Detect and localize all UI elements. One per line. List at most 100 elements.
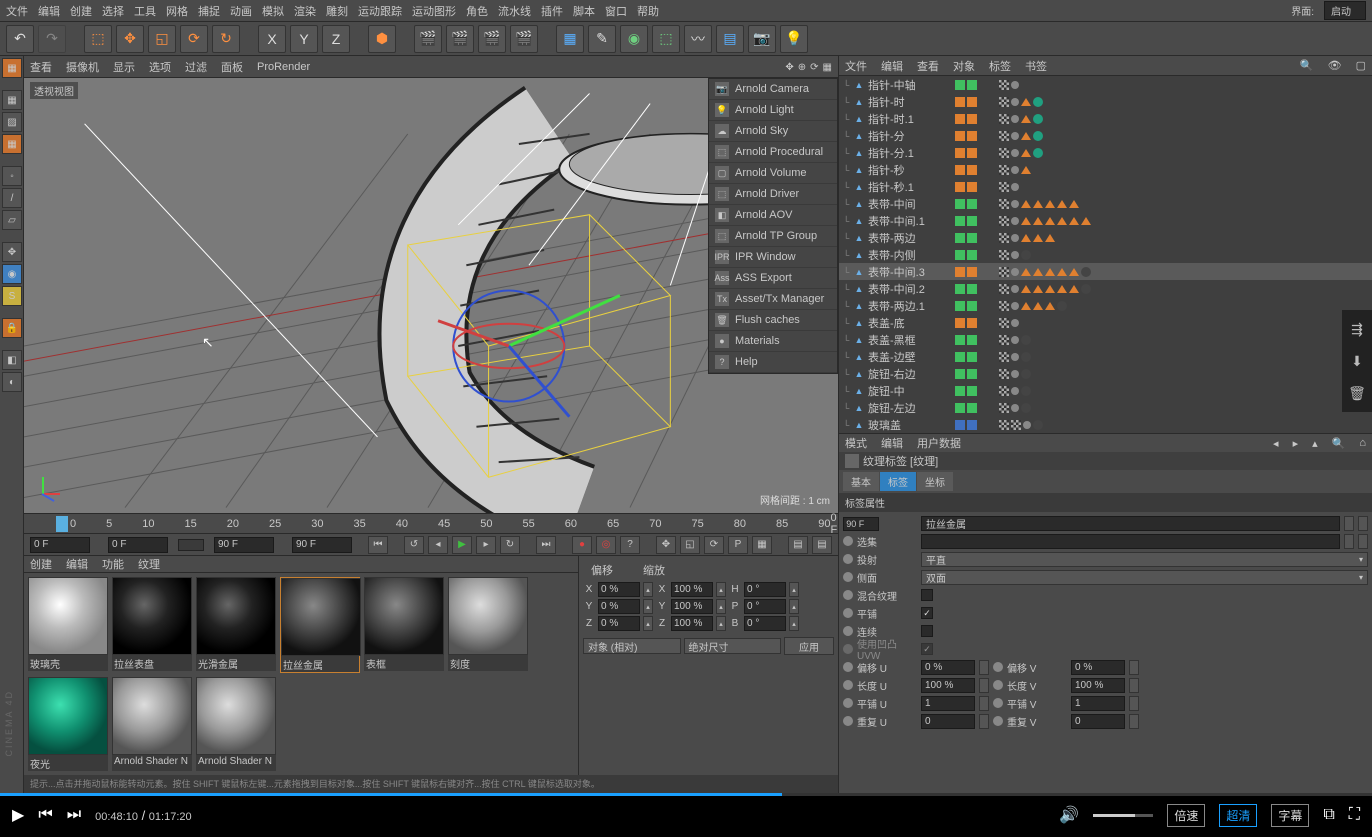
object-name[interactable]: 表盖-黑框	[868, 332, 954, 348]
attr-number-input[interactable]	[921, 660, 975, 675]
model-mode-icon[interactable]: ▦	[2, 90, 22, 110]
attr-dropdown[interactable]: 双面	[921, 570, 1368, 585]
attr-field[interactable]	[921, 534, 1340, 549]
floor-icon[interactable]: ▤	[716, 25, 744, 53]
snap-icon[interactable]: S	[2, 286, 22, 306]
menu-script[interactable]: 脚本	[573, 3, 595, 19]
tag-dot-icon[interactable]	[1011, 404, 1019, 412]
attr-anim-dot[interactable]	[843, 554, 853, 564]
spinner[interactable]	[1129, 678, 1139, 693]
arnold-item-4[interactable]: ▢Arnold Volume	[709, 163, 837, 184]
render-toggle[interactable]	[967, 318, 977, 328]
vp-display[interactable]: 显示	[113, 59, 135, 75]
menu-sculpt[interactable]: 雕刻	[326, 3, 348, 19]
object-row[interactable]: └▲表带-内侧	[839, 246, 1372, 263]
tag-checker-icon[interactable]	[999, 216, 1009, 226]
tag-poly-icon[interactable]	[1021, 132, 1031, 140]
attr-anim-dot[interactable]	[843, 644, 853, 654]
arnold-item-13[interactable]: ?Help	[709, 352, 837, 373]
tag-circle-icon[interactable]	[1033, 97, 1043, 107]
arnold-item-0[interactable]: 📷Arnold Camera	[709, 79, 837, 100]
tag-dot-icon[interactable]	[1011, 268, 1019, 276]
tag-dot-icon[interactable]	[1023, 421, 1031, 429]
material-item[interactable]: 玻璃壳	[28, 577, 108, 673]
mat-tab-create[interactable]: 创建	[30, 556, 52, 572]
coord-input[interactable]	[671, 582, 713, 597]
tag-circle-icon[interactable]	[1081, 284, 1091, 294]
render-toggle[interactable]	[967, 386, 977, 396]
attr-number-input[interactable]	[1071, 660, 1125, 675]
object-row[interactable]: └▲表带-中间.3	[839, 263, 1372, 280]
axis-x-icon[interactable]: X	[258, 25, 286, 53]
axis-mode-icon[interactable]: ✥	[2, 242, 22, 262]
coord-input[interactable]	[744, 616, 786, 631]
tag-poly-icon[interactable]	[1021, 302, 1031, 310]
coord-input[interactable]	[671, 599, 713, 614]
tag-checker-icon[interactable]	[999, 148, 1009, 158]
object-row[interactable]: └▲表带-中间.2	[839, 280, 1372, 297]
tag-poly-icon[interactable]	[1069, 285, 1079, 293]
axis-y-icon[interactable]: Y	[290, 25, 318, 53]
render-toggle[interactable]	[967, 420, 977, 430]
object-row[interactable]: └▲表带-中间.1	[839, 212, 1372, 229]
attr-anim-dot[interactable]	[843, 680, 853, 690]
tag-dot-icon[interactable]	[1011, 251, 1019, 259]
attr-checkbox[interactable]	[921, 607, 933, 619]
vp-view[interactable]: 查看	[30, 59, 52, 75]
play-icon[interactable]: ▶	[452, 536, 472, 554]
key-rot-icon[interactable]: ⟳	[704, 536, 724, 554]
tweak-icon[interactable]: ◧	[2, 350, 22, 370]
object-name[interactable]: 表带-中间.3	[868, 264, 954, 280]
vp-filter[interactable]: 过滤	[185, 59, 207, 75]
render-toggle[interactable]	[967, 403, 977, 413]
arnold-item-11[interactable]: 🗑Flush caches	[709, 310, 837, 331]
object-name[interactable]: 旋钮-左边	[868, 400, 954, 416]
tag-dot-icon[interactable]	[1011, 115, 1019, 123]
tag-poly-icon[interactable]	[1057, 285, 1067, 293]
render-toggle[interactable]	[967, 216, 977, 226]
arnold-item-5[interactable]: ⬚Arnold Driver	[709, 184, 837, 205]
tag-poly-icon[interactable]	[1033, 268, 1043, 276]
goto-start-icon[interactable]: ⏮	[368, 536, 388, 554]
menu-render[interactable]: 渲染	[294, 3, 316, 19]
visibility-toggle[interactable]	[955, 80, 965, 90]
render-toggle[interactable]	[967, 131, 977, 141]
object-name[interactable]: 指针-中轴	[868, 77, 954, 93]
tag-dot-icon[interactable]	[1011, 183, 1019, 191]
menu-character[interactable]: 角色	[466, 3, 488, 19]
volume-slider[interactable]	[1093, 814, 1153, 817]
attr-nav-up-icon[interactable]: ▴	[1312, 437, 1318, 450]
tag-checker-icon[interactable]	[999, 114, 1009, 124]
visibility-toggle[interactable]	[955, 420, 965, 430]
render-toggle[interactable]	[967, 114, 977, 124]
menu-file[interactable]: 文件	[6, 3, 28, 19]
tag-circle-icon[interactable]	[1081, 267, 1091, 277]
tag-poly-icon[interactable]	[1021, 217, 1031, 225]
tag-checker-icon[interactable]	[999, 233, 1009, 243]
attr-anim-dot[interactable]	[993, 680, 1003, 690]
coord-input[interactable]	[744, 599, 786, 614]
dopesheet-icon[interactable]: ▤	[788, 536, 808, 554]
object-name[interactable]: 指针-时	[868, 94, 954, 110]
attr-anim-dot[interactable]	[843, 716, 853, 726]
tag-poly-icon[interactable]	[1033, 285, 1043, 293]
visibility-toggle[interactable]	[955, 216, 965, 226]
object-row[interactable]: └▲指针-分	[839, 127, 1372, 144]
attr-checkbox[interactable]	[921, 625, 933, 637]
coord-input[interactable]	[598, 599, 640, 614]
axis-z-icon[interactable]: Z	[322, 25, 350, 53]
attr-anim-dot[interactable]	[843, 662, 853, 672]
tag-circle-icon[interactable]	[1021, 386, 1031, 396]
player-next-icon[interactable]: ⏭	[67, 806, 81, 824]
attr-anim-dot[interactable]	[843, 698, 853, 708]
tag-circle-icon[interactable]	[1033, 420, 1043, 430]
tag-poly-icon[interactable]	[1057, 217, 1067, 225]
delete-icon[interactable]: 🗑	[1346, 382, 1368, 404]
attr-subtab-tag[interactable]: 标签	[880, 472, 916, 491]
scale-icon[interactable]: ◱	[148, 25, 176, 53]
material-item[interactable]: 刻度	[448, 577, 528, 673]
menu-plugins[interactable]: 插件	[541, 3, 563, 19]
menu-select[interactable]: 选择	[102, 3, 124, 19]
player-play-icon[interactable]: ▶	[12, 805, 24, 825]
tag-poly-icon[interactable]	[1021, 285, 1031, 293]
